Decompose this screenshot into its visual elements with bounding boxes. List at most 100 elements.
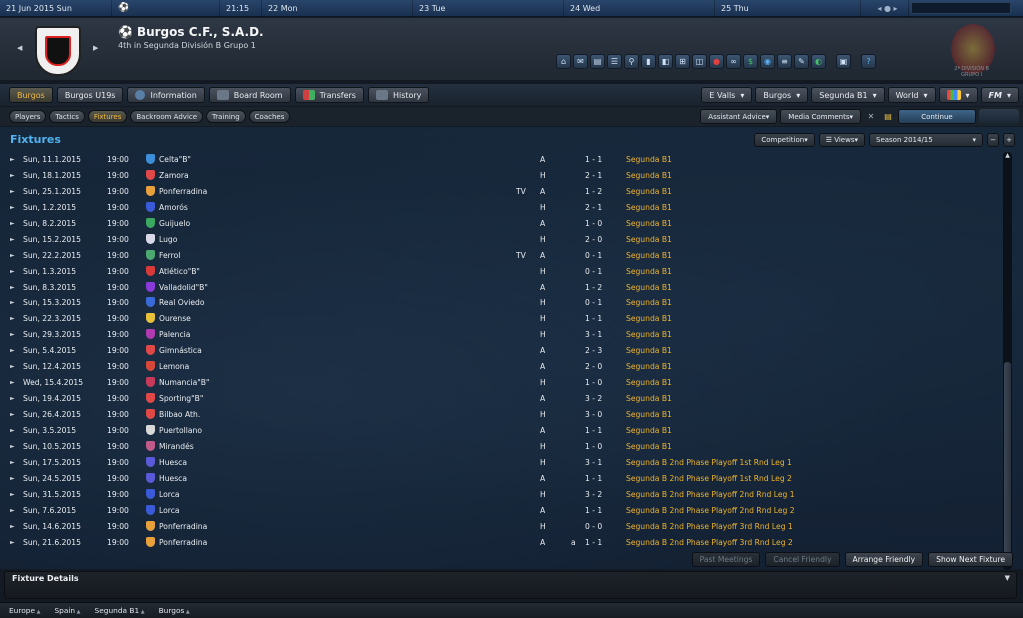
fixture-competition[interactable]: Segunda B1 <box>626 410 672 419</box>
fixture-competition[interactable]: Segunda B1 <box>626 171 672 180</box>
fixture-opponent[interactable]: Amorós <box>159 203 188 212</box>
search-icon[interactable]: ⚲ <box>624 54 639 69</box>
squad-icon[interactable]: ☰ <box>607 54 622 69</box>
table-row[interactable]: ► Sun, 29.3.2015 19:00 Palencia H 3 - 1 Segund… <box>0 327 1000 343</box>
clipboard-icon[interactable]: ▮ <box>641 54 656 69</box>
row-expand-arrow-icon[interactable]: ► <box>10 539 15 546</box>
scouting-icon[interactable]: ∞ <box>726 54 741 69</box>
fixture-details-panel[interactable]: Fixture Details ▼ <box>4 571 1017 599</box>
row-expand-arrow-icon[interactable]: ► <box>10 459 15 466</box>
fixture-opponent[interactable]: Palencia <box>159 330 190 339</box>
medical-icon[interactable]: ● <box>709 54 724 69</box>
fixture-opponent[interactable]: Celta"B" <box>159 155 191 164</box>
row-expand-arrow-icon[interactable]: ► <box>10 331 15 338</box>
fixture-opponent[interactable]: Huesca <box>159 458 187 467</box>
row-expand-arrow-icon[interactable]: ► <box>10 491 15 498</box>
fm-menu[interactable]: FM <box>980 87 1019 103</box>
subtab-tactics[interactable]: Tactics <box>49 110 85 123</box>
continue-button[interactable]: Continue <box>898 109 976 124</box>
row-expand-arrow-icon[interactable]: ► <box>10 443 15 450</box>
tab-transfers[interactable]: Transfers <box>294 87 364 103</box>
fixture-competition[interactable]: Segunda B1 <box>626 283 672 292</box>
row-expand-arrow-icon[interactable]: ► <box>10 252 15 259</box>
fixture-competition[interactable]: Segunda B1 <box>626 394 672 403</box>
fixture-opponent[interactable]: Gimnástica <box>159 346 202 355</box>
table-row[interactable]: ► Sun, 22.2.2015 19:00 Ferrol TV A 0 - 1 Segund… <box>0 248 1000 264</box>
row-expand-arrow-icon[interactable]: ► <box>10 315 15 322</box>
fixture-opponent[interactable]: Real Oviedo <box>159 298 205 307</box>
fixture-competition[interactable]: Segunda B 2nd Phase Playoff 1st Rnd Leg … <box>626 458 792 467</box>
table-row[interactable]: ► Sun, 1.3.2015 19:00 Atlético"B" H 0 - 1 Segu… <box>0 264 1000 280</box>
notes-icon[interactable]: ▤ <box>881 109 895 124</box>
arrange-friendly-button[interactable]: Arrange Friendly <box>844 552 924 567</box>
subtab-backroom-advice[interactable]: Backroom Advice <box>130 110 204 123</box>
fixture-opponent[interactable]: Bilbao Ath. <box>159 410 200 419</box>
chevron-down-icon[interactable]: ▼ <box>1005 574 1010 582</box>
finances-icon[interactable]: $ <box>743 54 758 69</box>
search-input[interactable] <box>911 1 1011 14</box>
fixture-competition[interactable]: Segunda B1 <box>626 346 672 355</box>
fixture-competition[interactable]: Segunda B1 <box>626 330 672 339</box>
tab-information[interactable]: Information <box>127 87 205 103</box>
camera-icon[interactable]: ▣ <box>836 54 851 69</box>
fixtures-scrollbar[interactable]: ▲ ▼ <box>1003 152 1012 570</box>
help-icon[interactable]: ? <box>861 54 876 69</box>
row-expand-arrow-icon[interactable]: ► <box>10 427 15 434</box>
book-icon[interactable]: ◧ <box>658 54 673 69</box>
table-row[interactable]: ► Sun, 12.4.2015 19:00 Lemona A 2 - 0 Segunda … <box>0 359 1000 375</box>
season-select[interactable]: Season 2014/15 ▾ <box>869 133 983 147</box>
scroll-up-icon[interactable]: ▲ <box>1003 152 1012 162</box>
fixture-competition[interactable]: Segunda B1 <box>626 203 672 212</box>
fixture-competition[interactable]: Segunda B 2nd Phase Playoff 2nd Rnd Leg … <box>626 506 795 515</box>
competition-filter[interactable]: Competition <box>754 133 815 147</box>
fixture-competition[interactable]: Segunda B1 <box>626 187 672 196</box>
league-menu[interactable]: Segunda B1 <box>811 87 885 103</box>
list-icon[interactable]: ≡ <box>777 54 792 69</box>
calendar-day-2[interactable]: 23 Tue <box>413 0 564 17</box>
fixture-opponent[interactable]: Lemona <box>159 362 189 371</box>
assistant-advice-button[interactable]: Assistant Advice <box>700 109 778 124</box>
fixture-competition[interactable]: Segunda B1 <box>626 235 672 244</box>
calendar-day-1[interactable]: 22 Mon <box>262 0 413 17</box>
fixture-opponent[interactable]: Ponferradina <box>159 522 207 531</box>
fixture-competition[interactable]: Segunda B1 <box>626 298 672 307</box>
fixture-competition[interactable]: Segunda B 2nd Phase Playoff 3rd Rnd Leg … <box>626 522 793 531</box>
row-expand-arrow-icon[interactable]: ► <box>10 363 15 370</box>
row-expand-arrow-icon[interactable]: ► <box>10 204 15 211</box>
row-expand-arrow-icon[interactable]: ► <box>10 347 15 354</box>
current-date[interactable]: 21 Jun 2015 Sun <box>0 0 112 17</box>
fixture-opponent[interactable]: Atlético"B" <box>159 267 200 276</box>
row-expand-arrow-icon[interactable]: ► <box>10 411 15 418</box>
table-row[interactable]: ► Sun, 15.3.2015 19:00 Real Oviedo H 0 - 1 Seg… <box>0 295 1000 311</box>
fixture-competition[interactable]: Segunda B1 <box>626 219 672 228</box>
pen-icon[interactable]: ✎ <box>794 54 809 69</box>
world-icon[interactable]: ◐ <box>811 54 826 69</box>
tactics-icon[interactable]: ⊞ <box>675 54 690 69</box>
subtab-coaches[interactable]: Coaches <box>248 110 291 123</box>
show-next-fixture-button[interactable]: Show Next Fixture <box>928 552 1013 567</box>
fixture-opponent[interactable]: Numancia"B" <box>159 378 210 387</box>
table-row[interactable]: ► Sun, 1.2.2015 19:00 Amorós H 2 - 1 Segunda B… <box>0 200 1000 216</box>
fixture-competition[interactable]: Segunda B1 <box>626 442 672 451</box>
back-forward-arrows-icon[interactable] <box>979 109 1019 124</box>
tab-board-room[interactable]: Board Room <box>208 87 291 103</box>
table-row[interactable]: ► Sun, 7.6.2015 19:00 Lorca A 1 - 1 Segunda B … <box>0 503 1000 519</box>
season-next-button[interactable]: + <box>1003 133 1015 147</box>
table-row[interactable]: ► Sun, 21.6.2015 19:00 Ponferradina Aa 1 - 1 S… <box>0 535 1000 551</box>
row-expand-arrow-icon[interactable]: ► <box>10 284 15 291</box>
fixture-opponent[interactable]: Ponferradina <box>159 187 207 196</box>
table-row[interactable]: ► Sun, 26.4.2015 19:00 Bilbao Ath. H 3 - 0 Seg… <box>0 407 1000 423</box>
table-row[interactable]: ► Sun, 25.1.2015 19:00 Ponferradina TV A 1 - 2… <box>0 184 1000 200</box>
media-comments-button[interactable]: Media Comments <box>780 109 861 124</box>
fixture-competition[interactable]: Segunda B 2nd Phase Playoff 2nd Rnd Leg … <box>626 490 795 499</box>
fixture-competition[interactable]: Segunda B1 <box>626 378 672 387</box>
fixture-opponent[interactable]: Zamora <box>159 171 189 180</box>
fixture-opponent[interactable]: Lorca <box>159 506 180 515</box>
fixture-competition[interactable]: Segunda B1 <box>626 362 672 371</box>
fixture-opponent[interactable]: Ponferradina <box>159 538 207 547</box>
row-expand-arrow-icon[interactable]: ► <box>10 220 15 227</box>
fixture-competition[interactable]: Segunda B 2nd Phase Playoff 3rd Rnd Leg … <box>626 538 793 547</box>
cancel-friendly-button[interactable]: Cancel Friendly <box>765 552 840 567</box>
season-prev-button[interactable]: − <box>987 133 999 147</box>
fixture-competition[interactable]: Segunda B1 <box>626 314 672 323</box>
